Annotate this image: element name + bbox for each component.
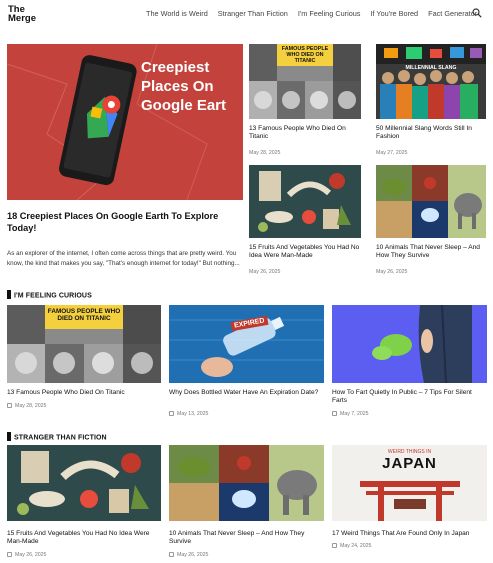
- curious-titanic-date: May 28, 2025: [7, 403, 46, 409]
- stranger-japan-title[interactable]: 17 Weird Things That Are Found Only In J…: [332, 530, 487, 538]
- page: The Merge The World is Weird Stranger Th…: [0, 0, 493, 563]
- section-marker: [7, 432, 11, 441]
- curious-titanic-title[interactable]: 13 Famous People Who Died On Titanic: [7, 389, 161, 397]
- animals-collage: [376, 165, 486, 238]
- fruits-collage: [7, 445, 161, 521]
- calendar-icon: [7, 403, 12, 408]
- main-nav: The World is Weird Stranger Than Fiction…: [146, 9, 487, 18]
- date-text: May 24, 2025: [340, 543, 372, 549]
- curious-fart-date: May 7, 2025: [332, 411, 369, 417]
- stranger-animals-date: May 26, 2025: [169, 552, 208, 558]
- curious-titanic-image[interactable]: FAMOUS PEOPLE WHO DIED ON TITANIC: [7, 305, 161, 383]
- bottled-water-illustration: [169, 305, 324, 383]
- calendar-icon: [169, 411, 174, 416]
- card-fruits-title[interactable]: 15 Fruits And Vegetables You Had No Idea…: [249, 244, 361, 260]
- curious-fart-image[interactable]: [332, 305, 487, 383]
- site-header: The Merge The World is Weird Stranger Th…: [0, 0, 493, 30]
- hero-image[interactable]: Creepiest Places On Google Eart: [7, 44, 243, 200]
- card-fruits-image[interactable]: [249, 165, 361, 238]
- curious-fart-title[interactable]: How To Fart Quietly In Public – 7 Tips F…: [332, 389, 487, 405]
- animals-collage: [169, 445, 324, 521]
- search-icon[interactable]: [472, 8, 482, 18]
- stranger-fruits-title[interactable]: 15 Fruits And Vegetables You Had No Idea…: [7, 530, 161, 546]
- section-heading-feeling-curious: I'M FEELING CURIOUS: [7, 290, 92, 300]
- card-animals-date: May 26, 2025: [376, 269, 408, 275]
- section-heading-text: I'M FEELING CURIOUS: [14, 292, 92, 300]
- card-slang-image[interactable]: MILLENNIAL SLANG: [376, 44, 486, 119]
- curious-water-title[interactable]: Why Does Bottled Water Have An Expiratio…: [169, 389, 324, 397]
- stranger-fruits-date: May 26, 2025: [7, 552, 46, 558]
- nav-item-world-is-weird[interactable]: The World is Weird: [146, 9, 208, 18]
- card-titanic-image-text: FAMOUS PEOPLE WHO DIED ON TITANIC: [281, 46, 329, 64]
- card-titanic-date: May 28, 2025: [249, 150, 281, 156]
- card-titanic-image[interactable]: FAMOUS PEOPLE WHO DIED ON TITANIC: [249, 44, 361, 119]
- calendar-icon: [332, 543, 337, 548]
- calendar-icon: [7, 552, 12, 557]
- date-text: May 7, 2025: [340, 411, 369, 417]
- calendar-icon: [332, 411, 337, 416]
- hero-excerpt: As an explorer of the internet, I often …: [7, 250, 240, 267]
- nav-item-fact-generator[interactable]: Fact Generator: [428, 9, 477, 18]
- logo-line-2: Merge: [8, 13, 36, 24]
- section-heading-text: STRANGER THAN FICTION: [14, 434, 107, 442]
- section-heading-stranger-than-fiction: STRANGER THAN FICTION: [7, 432, 107, 442]
- nav-item-if-youre-bored[interactable]: If You're Bored: [370, 9, 418, 18]
- stranger-japan-image[interactable]: WEIRD THINGS IN JAPAN: [332, 445, 487, 521]
- card-fruits-date: May 26, 2025: [249, 269, 281, 275]
- card-slang-image-text: MILLENNIAL SLANG: [405, 65, 457, 71]
- slang-crowd: [376, 44, 486, 119]
- stranger-animals-image[interactable]: [169, 445, 324, 521]
- card-animals-title[interactable]: 10 Animals That Never Sleep – And How Th…: [376, 244, 486, 260]
- date-text: May 13, 2025: [177, 411, 209, 417]
- curious-titanic-image-text: FAMOUS PEOPLE WHO DIED ON TITANIC: [47, 308, 121, 322]
- nav-item-feeling-curious[interactable]: I'm Feeling Curious: [298, 9, 361, 18]
- curious-water-date: May 13, 2025: [169, 411, 208, 417]
- hero-title[interactable]: 18 Creepiest Places On Google Earth To E…: [7, 210, 243, 234]
- card-slang-title[interactable]: 50 Millennial Slang Words Still In Fashi…: [376, 125, 486, 141]
- curious-water-image[interactable]: EXPIRED: [169, 305, 324, 383]
- stranger-fruits-image[interactable]: [7, 445, 161, 521]
- fruits-collage: [249, 165, 361, 238]
- fart-illustration: [332, 305, 487, 383]
- japan-image-title: JAPAN: [382, 455, 437, 472]
- stranger-japan-date: May 24, 2025: [332, 543, 371, 549]
- calendar-icon: [169, 552, 174, 557]
- nav-item-stranger-than-fiction[interactable]: Stranger Than Fiction: [218, 9, 288, 18]
- card-titanic-title[interactable]: 13 Famous People Who Died On Titanic: [249, 125, 361, 141]
- date-text: May 26, 2025: [177, 552, 209, 558]
- section-marker: [7, 290, 11, 299]
- card-animals-image[interactable]: [376, 165, 486, 238]
- hero-image-text: Creepiest Places On Google Eart: [141, 59, 227, 114]
- stranger-animals-title[interactable]: 10 Animals That Never Sleep – And How Th…: [169, 530, 324, 546]
- site-logo[interactable]: The Merge: [8, 5, 42, 24]
- date-text: May 28, 2025: [15, 403, 47, 409]
- card-slang-date: May 27, 2025: [376, 150, 408, 156]
- date-text: May 26, 2025: [15, 552, 47, 558]
